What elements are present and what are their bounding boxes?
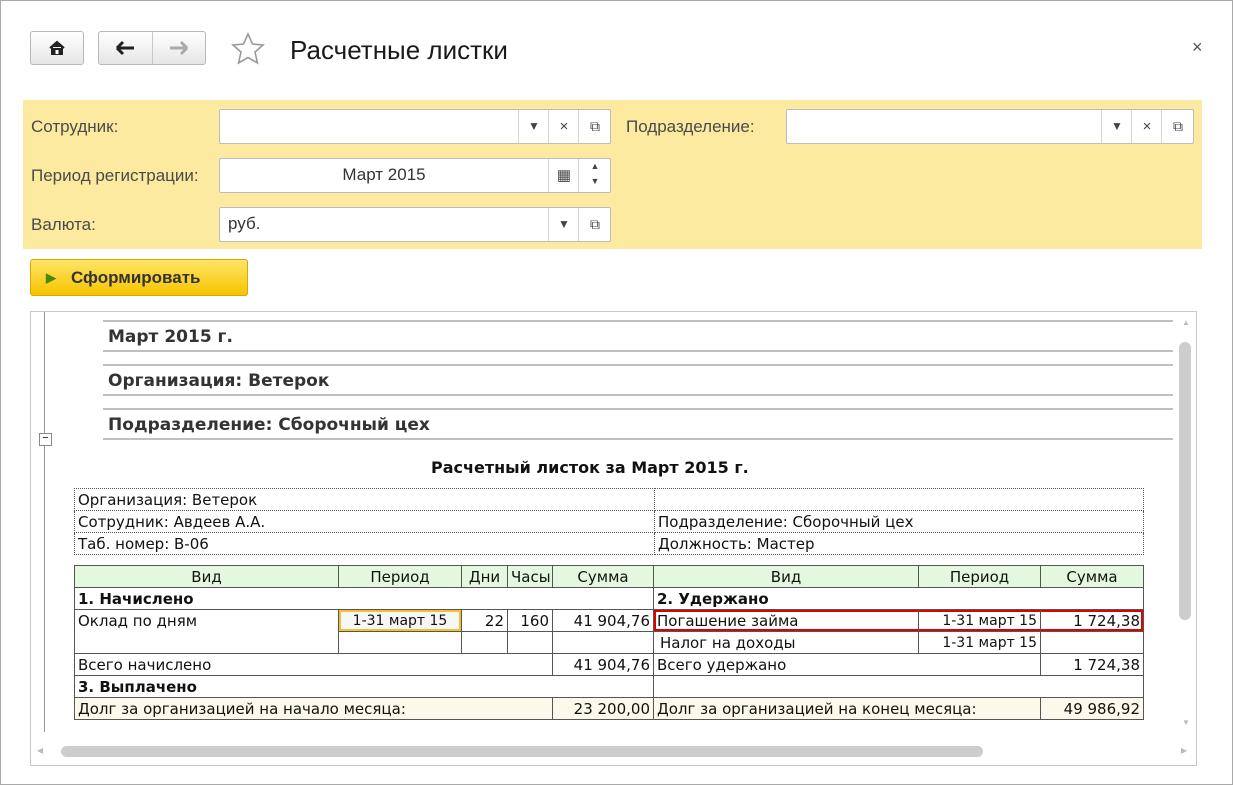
department-field[interactable]: ▼ × ⧉ <box>786 109 1194 144</box>
table-row: Налог на доходы 1-31 март 15 <box>74 631 1144 654</box>
table-row: Оклад по дням 1-31 март 15 22 160 41 904… <box>74 609 1144 632</box>
horizontal-scroll-thumb[interactable] <box>61 746 983 757</box>
scroll-left-icon[interactable]: ◀ <box>37 746 43 755</box>
period-label: Период регистрации: <box>31 166 199 185</box>
scroll-down-icon[interactable]: ▼ <box>1182 718 1190 727</box>
period-stepper[interactable]: ▲ ▼ <box>578 159 611 192</box>
forward-button[interactable] <box>153 32 205 64</box>
horizontal-scrollbar[interactable]: ◀ ▶ <box>31 744 1196 762</box>
open-icon[interactable]: ⧉ <box>578 208 611 241</box>
vertical-scroll-thumb[interactable] <box>1179 342 1191 620</box>
period-field[interactable]: Март 2015 ▦ ▲ ▼ <box>219 158 611 193</box>
star-icon <box>231 32 265 65</box>
scroll-up-icon[interactable]: ▲ <box>1182 318 1190 327</box>
calendar-icon[interactable]: ▦ <box>548 159 579 192</box>
table-row: 3. Выплачено <box>74 675 1144 698</box>
page-title: Расчетные листки <box>290 35 508 65</box>
collapse-toggle[interactable]: − <box>39 433 52 446</box>
play-icon: ▶ <box>46 270 56 285</box>
open-icon[interactable]: ⧉ <box>578 110 611 143</box>
nav-history-group <box>98 31 206 65</box>
currency-field[interactable]: руб. ▼ ⧉ <box>219 207 611 242</box>
table-row: 1. Начислено 2. Удержано <box>74 587 1144 610</box>
generate-button[interactable]: ▶ Сформировать <box>30 259 248 296</box>
home-button[interactable] <box>30 31 84 65</box>
arrow-right-icon <box>170 40 189 56</box>
group-line <box>44 312 45 732</box>
payslip-table: Вид Период Дни Часы Сумма Вид Период Сум… <box>74 565 1144 720</box>
back-button[interactable] <box>99 32 153 64</box>
favorite-button[interactable] <box>230 31 266 67</box>
chevron-down-icon[interactable]: ▼ <box>1101 110 1132 143</box>
group-organization: Организация: Ветерок <box>103 364 1173 396</box>
home-icon <box>49 40 65 55</box>
department-label: Подразделение: <box>626 117 755 136</box>
report-window: Расчетные листки × Сотрудник: ▼ × ⧉ Подр… <box>0 0 1233 785</box>
group-period: Март 2015 г. <box>103 320 1173 352</box>
chevron-down-icon[interactable]: ▼ <box>548 208 579 241</box>
close-icon[interactable]: × <box>1192 37 1203 58</box>
chevron-down-icon[interactable]: ▼ <box>518 110 549 143</box>
currency-label: Валюта: <box>31 215 96 234</box>
arrow-left-icon <box>115 40 134 56</box>
clear-icon[interactable]: × <box>548 110 579 143</box>
table-row: Долг за организацией на начало месяца: 2… <box>74 697 1144 720</box>
scroll-right-icon[interactable]: ▶ <box>1181 746 1187 755</box>
employee-label: Сотрудник: <box>31 117 119 136</box>
table-row: Всего начислено 41 904,76 Всего удержано… <box>74 653 1144 676</box>
report-area: − Март 2015 г. Организация: Ветерок Подр… <box>30 311 1197 766</box>
table-header: Вид Период Дни Часы Сумма Вид Период Сум… <box>74 565 1144 588</box>
employee-info-table: Организация: Ветерок Сотрудник: Авдеев А… <box>74 488 1144 555</box>
clear-icon[interactable]: × <box>1131 110 1162 143</box>
payslip-title: Расчетный листок за Март 2015 г. <box>431 458 749 477</box>
employee-field[interactable]: ▼ × ⧉ <box>219 109 611 144</box>
open-icon[interactable]: ⧉ <box>1161 110 1194 143</box>
vertical-scrollbar[interactable]: ▲ ▼ <box>1178 312 1196 742</box>
group-department: Подразделение: Сборочный цех <box>103 408 1173 440</box>
